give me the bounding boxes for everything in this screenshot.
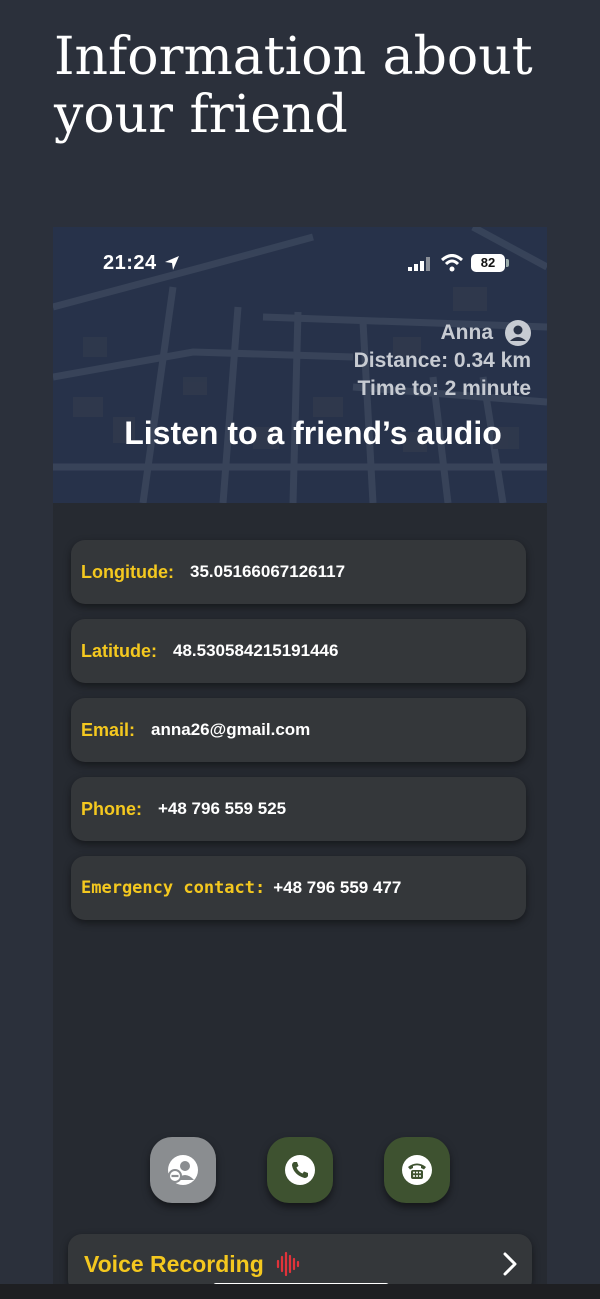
latitude-value: 48.530584215191446 <box>173 641 339 660</box>
voice-recording-label: Voice Recording <box>84 1250 264 1277</box>
email-card: Email: anna26@gmail.com <box>71 698 526 762</box>
battery-indicator: 82 <box>471 254 505 272</box>
friend-distance: Distance: 0.34 km <box>353 349 531 372</box>
phone-card: Phone: +48 796 559 525 <box>71 777 526 841</box>
phone-value[interactable]: +48 796 559 525 <box>158 799 286 819</box>
phone-icon <box>285 1155 315 1185</box>
chevron-right-icon <box>503 1252 517 1276</box>
emergency-contact-card: Emergency contact: +48 796 559 477 <box>71 856 526 920</box>
person-icon[interactable] <box>505 320 531 346</box>
telephone-circle-icon <box>402 1155 432 1185</box>
location-arrow-icon <box>165 256 179 270</box>
status-bar: 21:24 82 <box>53 227 547 297</box>
latitude-label: Latitude: <box>81 640 157 661</box>
email-label: Email: <box>81 719 136 740</box>
status-time: 21:24 <box>103 252 157 274</box>
remove-friend-button[interactable] <box>150 1137 216 1203</box>
phone-screen: 21:24 82 Anna Distance: 0.34 km Time to:… <box>53 227 547 1299</box>
person-minus-icon <box>168 1155 198 1185</box>
signal-icon <box>408 257 430 271</box>
audio-wave-icon <box>276 1251 299 1277</box>
longitude-label: Longitude: <box>81 561 174 582</box>
longitude-card: Longitude: 35.05166067126117 <box>71 540 526 604</box>
email-value[interactable]: anna26@gmail.com <box>151 720 310 740</box>
latitude-card: Latitude: 48.530584215191446 <box>71 619 526 683</box>
bottom-strip <box>0 1284 600 1299</box>
friend-time-to: Time to: 2 minute <box>357 377 531 400</box>
phone-label: Phone: <box>81 798 142 819</box>
emergency-call-button[interactable] <box>384 1137 450 1203</box>
call-button[interactable] <box>267 1137 333 1203</box>
wifi-icon <box>440 254 464 272</box>
map-background: 21:24 82 Anna Distance: 0.34 km Time to:… <box>53 227 547 503</box>
friend-info: Anna Distance: 0.34 km Time to: 2 minute <box>354 319 531 403</box>
battery-tip <box>506 259 509 267</box>
page-title: Information about your friend <box>54 27 533 145</box>
longitude-value: 35.05166067126117 <box>189 562 346 581</box>
emergency-contact-label: Emergency contact: <box>81 878 266 898</box>
listen-audio-title: Listen to a friend’s audio <box>124 415 502 451</box>
friend-name: Anna <box>440 321 494 344</box>
emergency-contact-value[interactable]: +48 796 559 477 <box>273 878 401 898</box>
